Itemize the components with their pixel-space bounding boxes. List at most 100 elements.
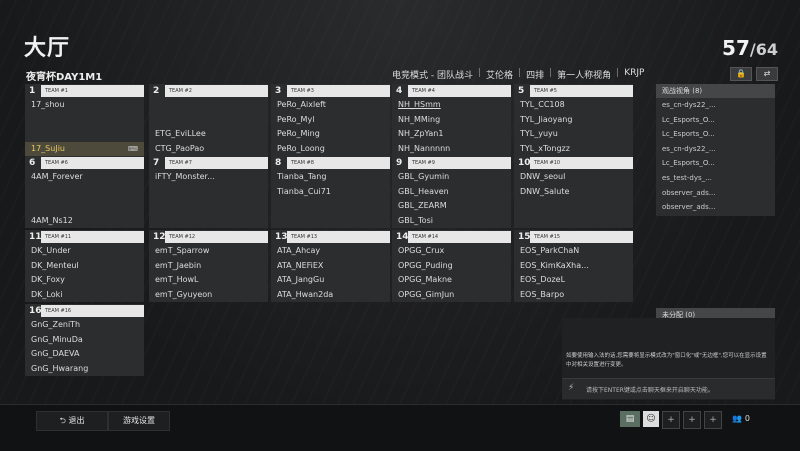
player-slot[interactable]: GBL_ZEARM (392, 199, 511, 214)
team-header[interactable]: 2 TEAM #2 (149, 84, 268, 98)
player-slot[interactable]: Tianba_Tang (271, 170, 390, 185)
player-slot[interactable]: 4AM_Ns12 (25, 214, 144, 229)
player-slot[interactable]: PeRo_Aixleft (271, 98, 390, 113)
player-slot[interactable]: EOS_Barpo (514, 288, 633, 303)
player-slot[interactable]: OPGG_GimJun (392, 288, 511, 303)
empty-slot[interactable] (271, 214, 390, 229)
player-slot[interactable]: GBL_Gyumin (392, 170, 511, 185)
player-slot[interactable]: emT_Jaebin (149, 259, 268, 274)
observer-item[interactable]: es_test-dys_... (656, 171, 775, 186)
empty-slot[interactable] (514, 214, 633, 229)
player-slot[interactable]: DK_Under (25, 244, 144, 259)
observer-item[interactable]: es_cn-dys22_... (656, 142, 775, 157)
player-slot[interactable]: OPGG_Puding (392, 259, 511, 274)
player-slot[interactable]: PeRo_Ming (271, 127, 390, 142)
player-slot[interactable]: NH_Nannnnn (392, 142, 511, 157)
player-slot[interactable]: ATA_JangGu (271, 273, 390, 288)
observer-item[interactable]: es_cn-dys22_... (656, 98, 775, 113)
player-slot[interactable]: OPGG_Makne (392, 273, 511, 288)
team-header[interactable]: 1 TEAM #1 (25, 84, 144, 98)
player-slot[interactable]: NH_HSmm (392, 98, 511, 113)
player-slot[interactable]: GnG_ZeniTh (25, 318, 144, 333)
team-header[interactable]: 14 TEAM #14 (392, 230, 511, 244)
empty-slot[interactable] (149, 98, 268, 113)
player-slot[interactable]: 17_shou (25, 98, 144, 113)
observer-item[interactable]: Lc_Esports_O... (656, 156, 775, 171)
player-slot[interactable]: DNW_seoul (514, 170, 633, 185)
player-slot[interactable]: GBL_Tosi (392, 214, 511, 229)
player-slot[interactable]: 4AM_Forever (25, 170, 144, 185)
team-header[interactable]: 11 TEAM #11 (25, 230, 144, 244)
team-header[interactable]: 10 TEAM #10 (514, 156, 633, 170)
observer-header[interactable]: 观战视角 (8) (656, 84, 775, 98)
player-slot[interactable]: EOS_ParkChaN (514, 244, 633, 259)
avatar[interactable]: ☺ (643, 411, 659, 427)
game-settings-button[interactable]: 游戏设置 (108, 411, 170, 431)
lock-icon[interactable]: 🔒 (730, 67, 752, 81)
player-slot[interactable]: iFTY_Monster... (149, 170, 268, 185)
chat-message: 如要使用输入法的话,您需要将显示模式改为"窗口化"或"无边框",您可以在显示设置… (566, 353, 767, 368)
player-slot[interactable]: TYL_yuyu (514, 127, 633, 142)
add-friend-icon[interactable]: + (662, 411, 680, 429)
observer-item[interactable]: observer_ads... (656, 200, 775, 215)
team-header[interactable]: 8 TEAM #8 (271, 156, 390, 170)
empty-slot[interactable] (25, 127, 144, 142)
team-header[interactable]: 15 TEAM #15 (514, 230, 633, 244)
player-slot[interactable]: GnG_Hwarang (25, 362, 144, 377)
team-header[interactable]: 13 TEAM #13 (271, 230, 390, 244)
player-slot[interactable]: emT_Sparrow (149, 244, 268, 259)
player-slot[interactable]: NH_MMing (392, 113, 511, 128)
observer-item[interactable]: observer_ads... (656, 186, 775, 201)
player-slot[interactable]: TYL_Jiaoyang (514, 113, 633, 128)
add-friend-icon[interactable]: + (683, 411, 701, 429)
team-header[interactable]: 12 TEAM #12 (149, 230, 268, 244)
player-slot[interactable]: ETG_EviLLee (149, 127, 268, 142)
player-slot[interactable]: DK_Foxy (25, 273, 144, 288)
player-slot[interactable]: 17_SuJiu ⌨ (25, 141, 144, 156)
player-slot[interactable]: ATA_Hwan2da (271, 288, 390, 303)
empty-slot[interactable] (149, 214, 268, 229)
empty-slot[interactable] (25, 185, 144, 200)
player-slot[interactable]: Tianba_Cui71 (271, 185, 390, 200)
observer-item[interactable]: Lc_Esports_O... (656, 127, 775, 142)
player-slot[interactable]: TYL_CC108 (514, 98, 633, 113)
empty-slot[interactable] (25, 199, 144, 214)
player-slot[interactable]: GnG_DAEVA (25, 347, 144, 362)
team-header[interactable]: 3 TEAM #3 (271, 84, 390, 98)
add-friend-icon[interactable]: + (704, 411, 722, 429)
player-slot[interactable]: ATA_NEFiEX (271, 259, 390, 274)
empty-slot[interactable] (514, 199, 633, 214)
player-slot[interactable]: emT_Gyuyeon (149, 288, 268, 303)
player-slot[interactable]: CTG_PaoPao (149, 142, 268, 157)
chat-toggle-icon[interactable]: ▤ (620, 411, 640, 427)
empty-slot[interactable] (149, 199, 268, 214)
empty-slot[interactable] (271, 199, 390, 214)
player-slot[interactable]: OPGG_Crux (392, 244, 511, 259)
player-slot[interactable]: EOS_DozeL (514, 273, 633, 288)
player-slot[interactable]: PeRo_Myl (271, 113, 390, 128)
team-header[interactable]: 16 TEAM #16 (25, 304, 144, 318)
player-slot[interactable]: EOS_KimKaXha... (514, 259, 633, 274)
exit-button[interactable]: ⮌ 退出 (36, 411, 108, 431)
empty-slot[interactable] (149, 185, 268, 200)
team-header[interactable]: 7 TEAM #7 (149, 156, 268, 170)
empty-slot[interactable] (25, 113, 144, 128)
player-slot[interactable]: emT_HowL (149, 273, 268, 288)
swap-icon[interactable]: ⇄ (756, 67, 778, 81)
player-slot[interactable]: GBL_Heaven (392, 185, 511, 200)
team-header[interactable]: 9 TEAM #9 (392, 156, 511, 170)
team-header[interactable]: 5 TEAM #5 (514, 84, 633, 98)
player-slot[interactable]: DK_Loki (25, 288, 144, 303)
player-slot[interactable]: ATA_Ahcay (271, 244, 390, 259)
chat-input[interactable]: ⚡ 请按下ENTER键或点击聊天框来开启聊天功能。 (562, 378, 775, 399)
team-header[interactable]: 6 TEAM #6 (25, 156, 144, 170)
player-slot[interactable]: TYL_xTongzz (514, 142, 633, 157)
player-slot[interactable]: PeRo_Loong (271, 142, 390, 157)
player-slot[interactable]: DK_Menteul (25, 259, 144, 274)
player-slot[interactable]: NH_ZpYan1 (392, 127, 511, 142)
team-header[interactable]: 4 TEAM #4 (392, 84, 511, 98)
player-slot[interactable]: GnG_MinuDa (25, 333, 144, 348)
observer-item[interactable]: Lc_Esports_O... (656, 113, 775, 128)
player-slot[interactable]: DNW_Salute (514, 185, 633, 200)
empty-slot[interactable] (149, 113, 268, 128)
